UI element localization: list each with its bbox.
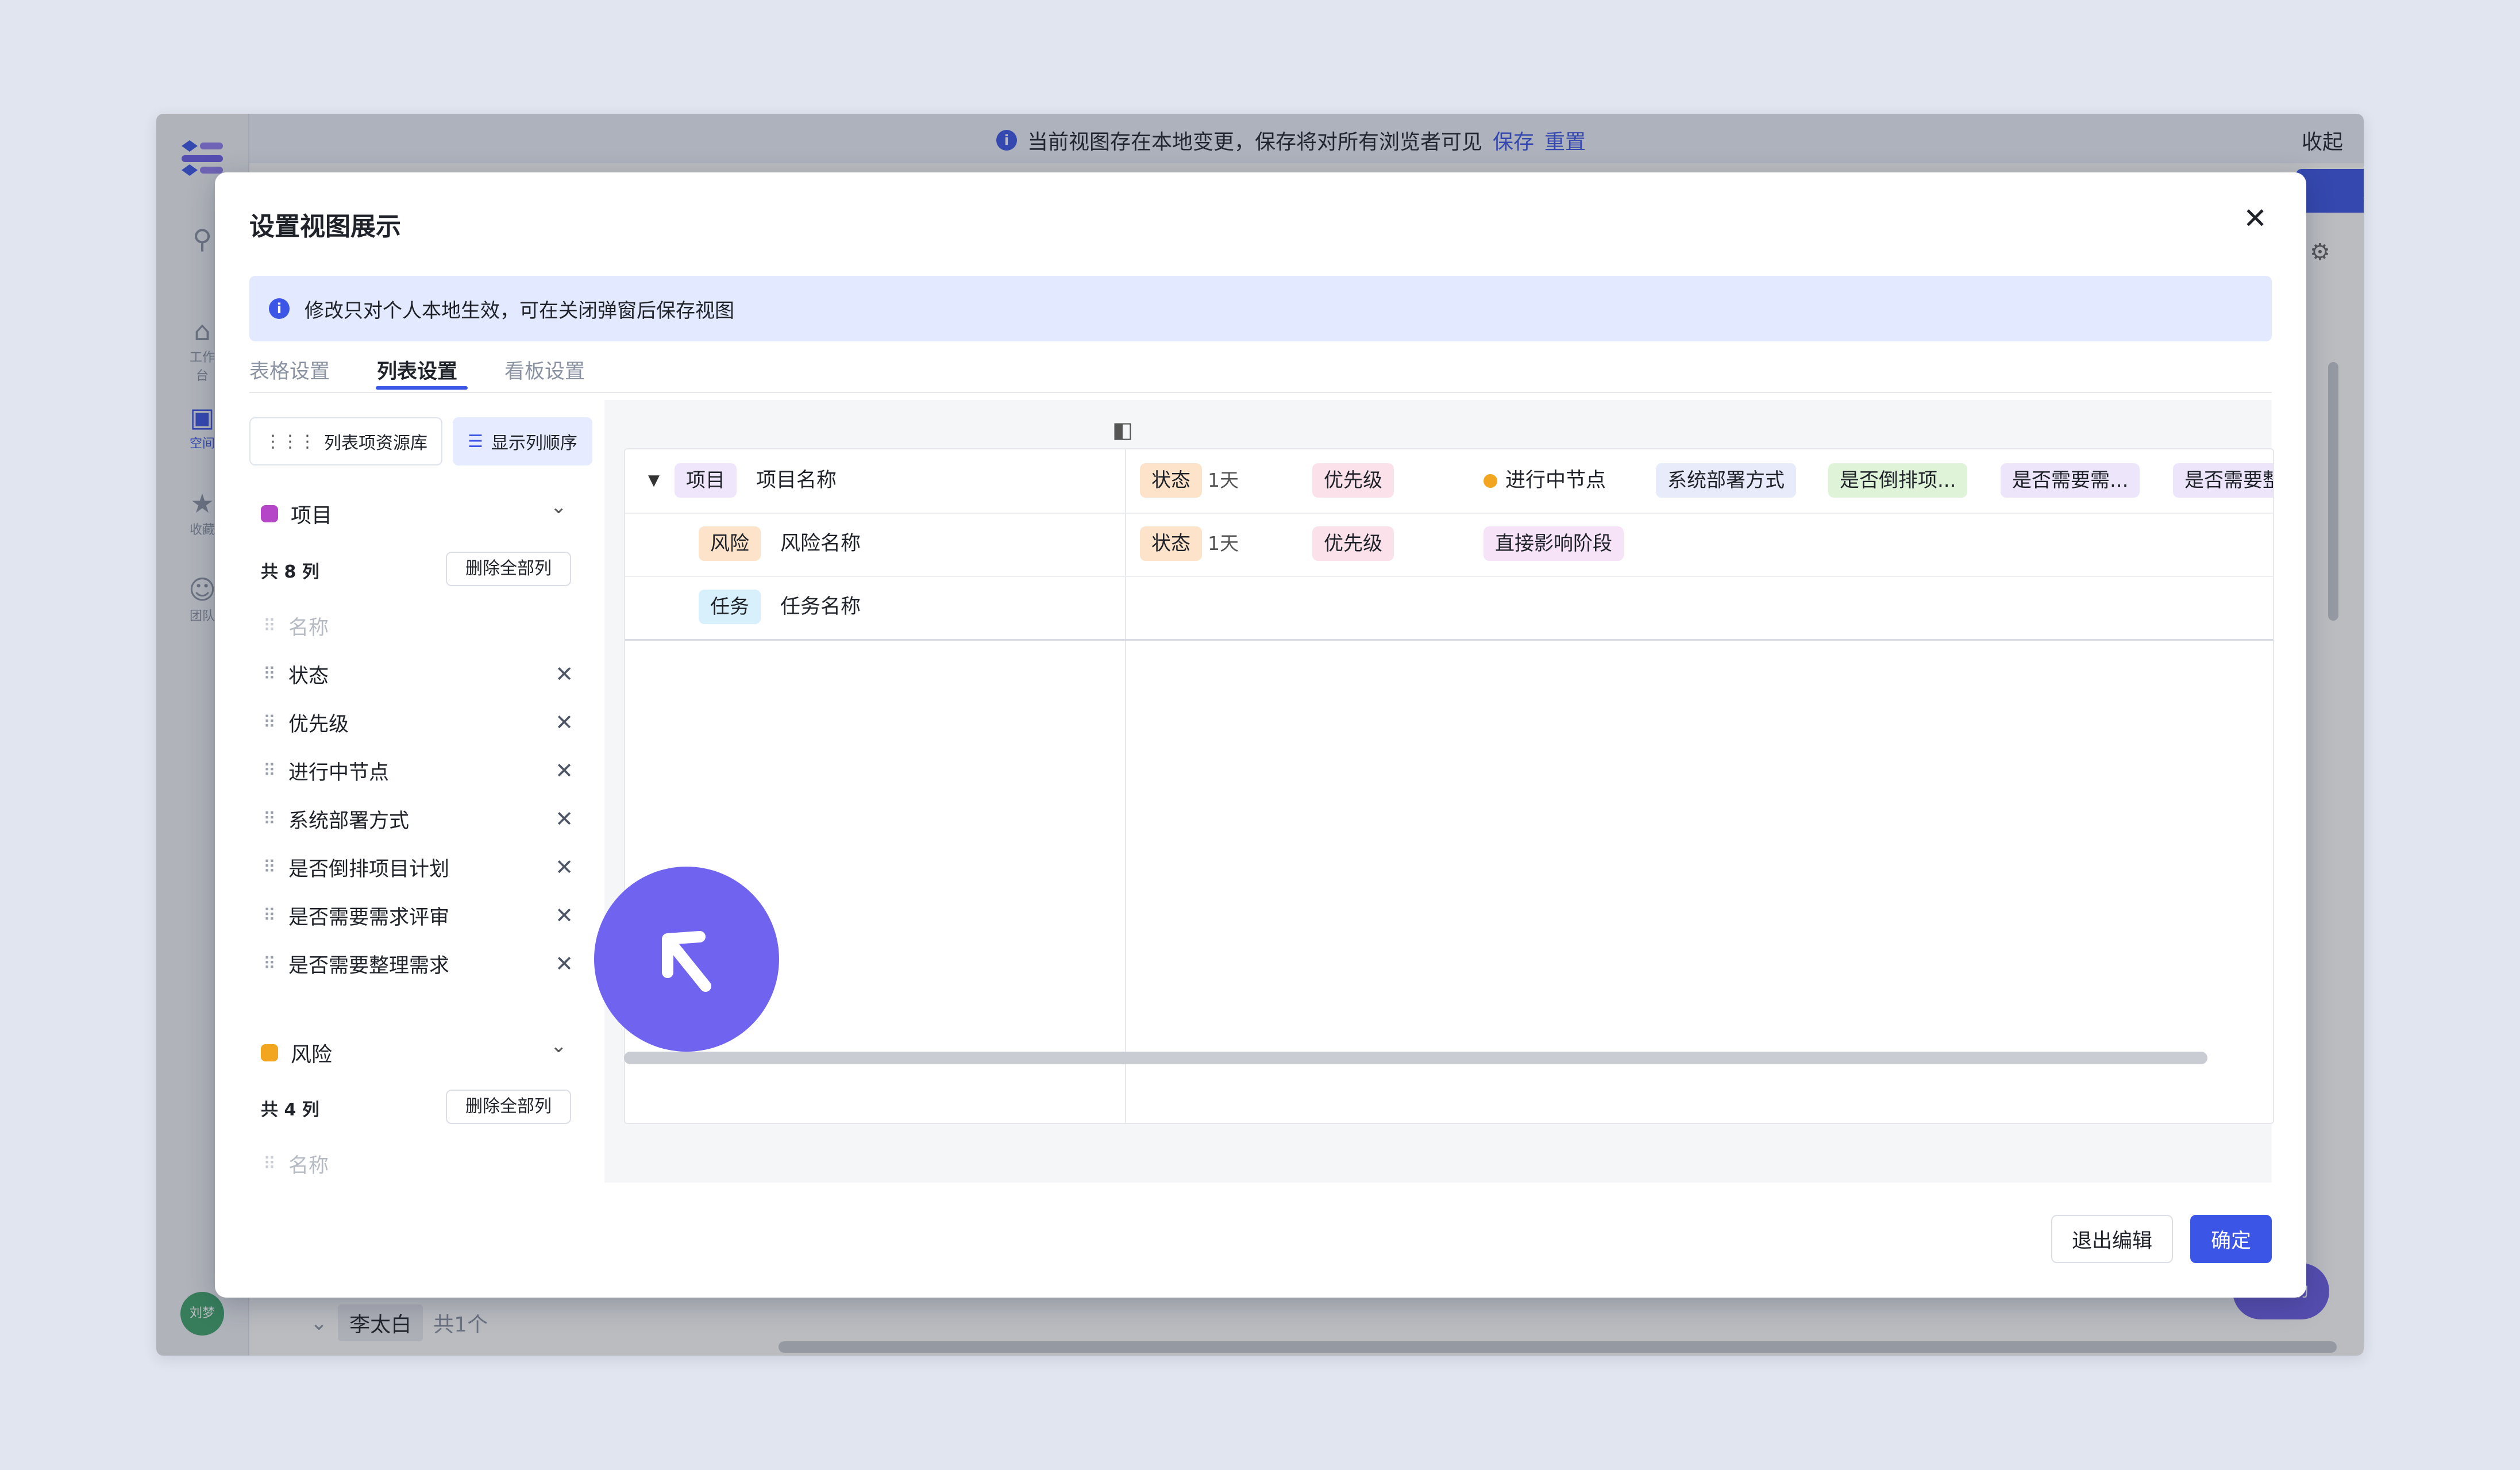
- column-count: 共 8 列: [261, 562, 319, 582]
- item-name: 任务名称: [780, 595, 861, 618]
- drag-handle-icon[interactable]: ⠿: [263, 664, 288, 684]
- field-pill: 直接影响阶段: [1484, 526, 1624, 561]
- sidebar-toggle-icon[interactable]: ◧: [1112, 417, 1133, 442]
- field-pill: 是否需要整: [2173, 463, 2273, 498]
- remove-column-icon[interactable]: ✕: [555, 951, 573, 976]
- list-icon: ☰: [468, 431, 483, 452]
- tab-board-settings[interactable]: 看板设置: [504, 355, 585, 384]
- segment-switch: ⋮⋮⋮ 列表项资源库 ☰ 显示列顺序: [249, 417, 592, 465]
- drag-handle-icon[interactable]: ⠿: [263, 906, 288, 926]
- current-node-label: 进行中节点: [1505, 469, 1606, 492]
- column-order-button[interactable]: ☰ 显示列顺序: [453, 417, 592, 465]
- duration-text: 1天: [1208, 469, 1239, 491]
- field-pill: 系统部署方式: [1656, 463, 1796, 498]
- preview-table: ▼ 项目 项目名称 状态 1天 优先级 进行中节点 系统部署方式 是否倒排项..…: [624, 448, 2274, 1124]
- duration-text: 1天: [1208, 532, 1239, 555]
- segment-label: 列表项资源库: [324, 433, 427, 453]
- group-title: 风险: [291, 1043, 333, 1067]
- column-config-panel: ⋮⋮⋮ 列表项资源库 ☰ 显示列顺序 项目 ⌄ 共 8 列 删除全部列 ⠿ 名称…: [249, 402, 594, 1181]
- arrow-up-left-icon: [662, 931, 711, 992]
- view-settings-modal: 设置视图展示 ✕ i 修改只对个人本地生效，可在关闭弹窗后保存视图 表格设置 列…: [215, 172, 2306, 1298]
- column-name: 名称: [288, 1154, 329, 1177]
- drag-handle-icon: ⠿: [263, 1153, 276, 1174]
- info-icon: i: [269, 298, 290, 319]
- remove-column-icon[interactable]: ✕: [555, 661, 573, 687]
- column-name: 优先级: [288, 713, 349, 736]
- group-title: 项目: [291, 504, 333, 528]
- group-header-risk[interactable]: 风险: [261, 1038, 332, 1068]
- column-name: 系统部署方式: [288, 809, 410, 833]
- type-pill: 任务: [699, 590, 761, 624]
- drag-handle-icon[interactable]: ⠿: [263, 761, 288, 781]
- drag-handle-icon[interactable]: ⠿: [263, 713, 288, 733]
- active-tab-indicator: [376, 386, 468, 390]
- item-name: 风险名称: [780, 532, 861, 555]
- modal-title: 设置视图展示: [249, 212, 401, 241]
- column-name: 是否需要整理需求: [288, 954, 450, 978]
- type-pill: 风险: [699, 526, 761, 561]
- settings-tabs: 表格设置 列表设置 看板设置: [249, 355, 2272, 393]
- list-preview: ◧ ▼ 项目 项目名称 状态 1天 优先级 进行中节点 系统部署方式 是否倒排项…: [604, 400, 2274, 1183]
- remove-column-icon[interactable]: ✕: [555, 806, 573, 832]
- modal-footer: 退出编辑 确定: [2051, 1215, 2272, 1263]
- exit-edit-button[interactable]: 退出编辑: [2051, 1215, 2173, 1263]
- column-name: 是否倒排项目计划: [288, 857, 450, 881]
- group-color-marker: [261, 1044, 278, 1061]
- remove-column-icon[interactable]: ✕: [555, 758, 573, 783]
- field-pill: 是否倒排项...: [1828, 463, 1968, 498]
- remove-column-icon[interactable]: ✕: [555, 710, 573, 735]
- grid-icon: ⋮⋮⋮: [264, 431, 316, 452]
- preview-row-project: ▼ 项目 项目名称 状态 1天 优先级 进行中节点 系统部署方式 是否倒排项..…: [625, 449, 2273, 514]
- group-color-marker: [261, 505, 278, 522]
- drag-handle-icon[interactable]: ⠿: [263, 954, 288, 974]
- tab-list-settings[interactable]: 列表设置: [377, 355, 457, 384]
- chevron-down-icon[interactable]: ⌄: [550, 1034, 567, 1057]
- confirm-button[interactable]: 确定: [2190, 1215, 2272, 1263]
- group-header-project[interactable]: 项目: [261, 499, 332, 529]
- column-item[interactable]: ⠿ 进行中节点 ✕: [263, 751, 573, 791]
- preview-row-risk: 风险 风险名称 状态 1天 优先级 直接影响阶段: [625, 513, 2273, 577]
- preview-row-task: 任务 任务名称: [625, 576, 2273, 641]
- column-name: 进行中节点: [288, 761, 390, 784]
- field-pill: 是否需要需...: [2001, 463, 2140, 498]
- column-item[interactable]: ⠿ 是否需要整理需求 ✕: [263, 944, 573, 984]
- preview-horizontal-scrollbar[interactable]: [624, 1052, 2207, 1064]
- column-item: ⠿ 名称: [263, 606, 573, 646]
- status-dot: [1484, 474, 1497, 488]
- info-banner: i 修改只对个人本地生效，可在关闭弹窗后保存视图: [249, 276, 2272, 341]
- column-item[interactable]: ⠿ 系统部署方式 ✕: [263, 799, 573, 839]
- current-node: 进行中节点: [1484, 463, 1606, 498]
- column-item[interactable]: ⠿ 是否需要需求评审 ✕: [263, 895, 573, 936]
- column-name: 状态: [288, 664, 329, 688]
- remove-column-icon[interactable]: ✕: [555, 855, 573, 880]
- column-name: 是否需要需求评审: [288, 906, 450, 929]
- column-name: 名称: [288, 616, 329, 640]
- column-item[interactable]: ⠿ 状态 ✕: [263, 654, 573, 694]
- delete-all-columns-button[interactable]: 删除全部列: [446, 552, 571, 586]
- status-pill: 状态: [1140, 463, 1202, 498]
- cursor-indicator: [594, 867, 779, 1052]
- drag-handle-icon[interactable]: ⠿: [263, 857, 288, 878]
- column-count: 共 4 列: [261, 1100, 319, 1120]
- status-pill: 状态: [1140, 526, 1202, 561]
- remove-column-icon[interactable]: ✕: [555, 903, 573, 928]
- tab-table-settings[interactable]: 表格设置: [249, 355, 330, 384]
- delete-all-columns-button[interactable]: 删除全部列: [446, 1090, 571, 1124]
- type-pill: 项目: [675, 463, 737, 498]
- priority-pill: 优先级: [1312, 463, 1394, 498]
- segment-label: 显示列顺序: [491, 433, 577, 453]
- drag-handle-icon[interactable]: ⠿: [263, 809, 288, 829]
- resource-library-button[interactable]: ⋮⋮⋮ 列表项资源库: [249, 417, 442, 465]
- drag-handle-icon: ⠿: [263, 615, 276, 636]
- info-banner-text: 修改只对个人本地生效，可在关闭弹窗后保存视图: [305, 299, 734, 322]
- column-item[interactable]: ⠿ 优先级 ✕: [263, 702, 573, 742]
- column-item[interactable]: ⠿ 是否倒排项目计划 ✕: [263, 847, 573, 887]
- item-name: 项目名称: [756, 469, 837, 492]
- priority-pill: 优先级: [1312, 526, 1394, 561]
- column-item: ⠿ 名称: [263, 1144, 573, 1181]
- close-icon[interactable]: ✕: [2243, 202, 2267, 234]
- caret-down-icon[interactable]: ▼: [648, 463, 660, 498]
- chevron-down-icon[interactable]: ⌄: [550, 495, 567, 518]
